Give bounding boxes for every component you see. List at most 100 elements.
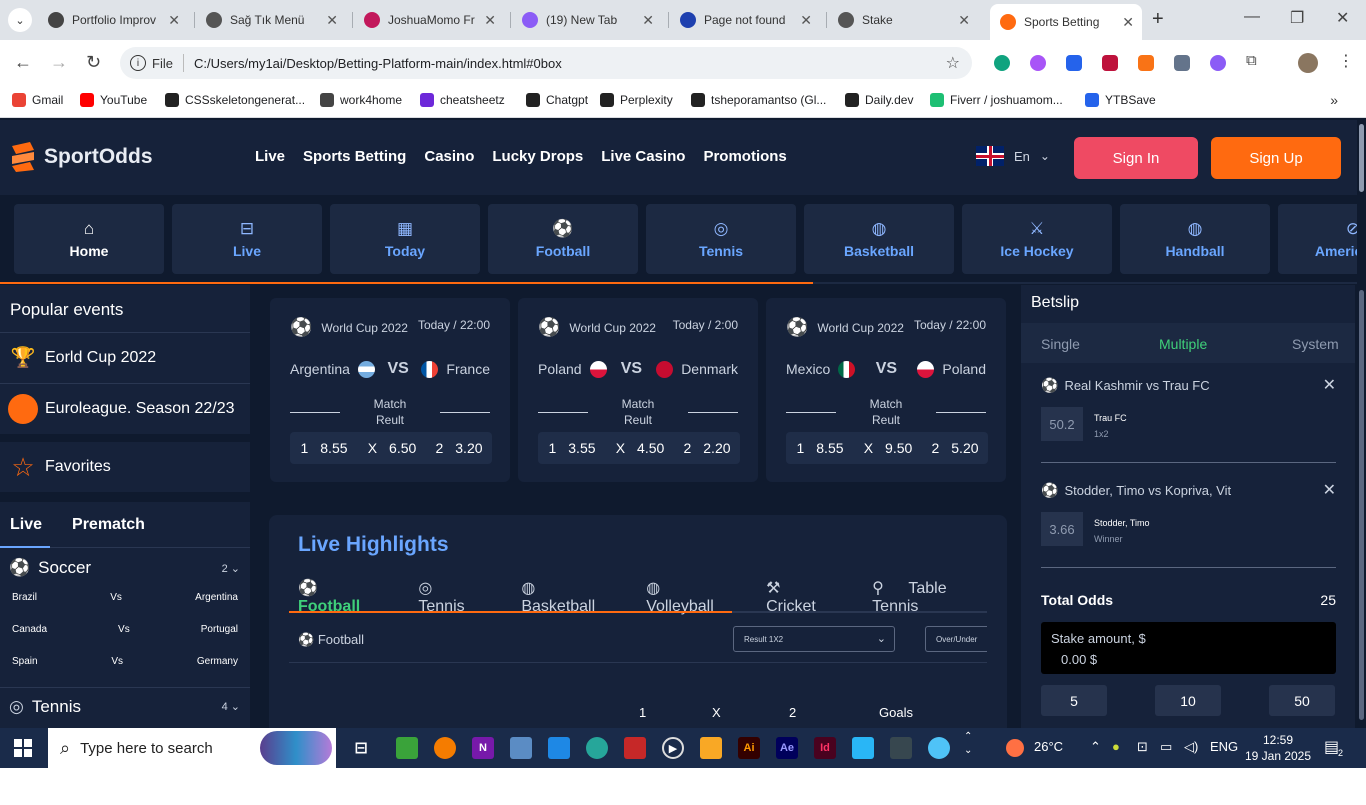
category-american-f[interactable]: ⊘American F [1278, 204, 1366, 274]
odd-button[interactable]: 2 2.20 [674, 432, 740, 464]
tab-close-icon[interactable]: ✕ [958, 12, 970, 29]
extension-icon[interactable] [1102, 55, 1118, 71]
nav-link[interactable]: Lucky Drops [492, 148, 583, 165]
extension-icon[interactable] [1174, 55, 1190, 71]
after-effects-icon[interactable]: Ae [776, 737, 798, 759]
category-today[interactable]: ▦ Today [330, 204, 480, 274]
category-basketball[interactable]: ◍ Basketball [804, 204, 954, 274]
event-world-cup[interactable]: 🏆 Eorld Cup 2022 [0, 332, 250, 382]
chatgpt-extension-icon[interactable] [994, 55, 1010, 71]
remove-bet-close-icon[interactable]: ✕ [1323, 480, 1336, 500]
site-logo[interactable]: SportOdds [8, 140, 153, 174]
remote-desktop-icon[interactable] [548, 737, 570, 759]
input-language[interactable]: ENG [1210, 739, 1238, 754]
battery-icon[interactable]: ▭ [1160, 739, 1172, 755]
app-icon[interactable] [396, 737, 418, 759]
app-icon[interactable] [852, 737, 874, 759]
bookmark-item[interactable]: cheatsheetz [420, 93, 505, 107]
bookmark-item[interactable]: Perplexity [600, 93, 673, 107]
minimize-icon[interactable]: — [1244, 8, 1260, 26]
market-select[interactable]: Result 1X2 ⌄ [733, 626, 895, 652]
bookmark-item[interactable]: Fiverr / joshuamom... [930, 93, 1063, 107]
site-info-icon[interactable]: i [130, 55, 146, 71]
new-tab-button[interactable]: + [1152, 8, 1164, 31]
bookmark-item[interactable]: YouTube [80, 93, 147, 107]
browser-tab[interactable]: Stake ✕ [828, 6, 978, 34]
winrar-icon[interactable] [624, 737, 646, 759]
sport-group-tennis[interactable]: ◎ Tennis 4 ⌄ [0, 687, 250, 725]
quick-stake-50[interactable]: 50 [1269, 685, 1335, 716]
match-card[interactable]: ⚽ World Cup 2022 Today / 2:00 Poland VS Denma… [518, 298, 758, 482]
bookmark-item[interactable]: Gmail [12, 93, 63, 107]
extension-icon[interactable] [1030, 55, 1046, 71]
blender-icon[interactable] [434, 737, 456, 759]
more-bookmarks-icon[interactable]: » [1330, 92, 1338, 108]
nav-link[interactable]: Live [255, 148, 285, 165]
browser-tab[interactable]: Sağ Tık Menü ✕ [196, 6, 346, 34]
betslip-scrollbar-thumb[interactable] [1359, 290, 1364, 720]
nav-link[interactable]: Promotions [703, 148, 786, 165]
bookmark-item[interactable]: Daily.dev [845, 93, 913, 107]
bookmark-item[interactable]: tsheporamantso (Gl... [691, 93, 826, 107]
odd-button[interactable]: 2 3.20 [426, 432, 492, 464]
bookmark-star-icon[interactable]: ☆ [946, 53, 960, 73]
page-scrollbar[interactable] [1357, 120, 1366, 728]
sport-group-soccer[interactable]: ⚽ Soccer 2 ⌄ [0, 554, 250, 582]
taskbar-clock[interactable]: 12:59 19 Jan 2025 [1243, 732, 1313, 764]
remove-bet-close-icon[interactable]: ✕ [1323, 375, 1336, 395]
onenote-icon[interactable]: N [472, 737, 494, 759]
tab-prematch[interactable]: Prematch [72, 516, 145, 534]
tab-single[interactable]: Single [1041, 336, 1080, 352]
quick-stake-5[interactable]: 5 [1041, 685, 1107, 716]
menu-kebab-icon[interactable]: ⋮ [1338, 51, 1354, 70]
sign-in-button[interactable]: Sign In [1074, 137, 1198, 179]
tray-app-icon[interactable]: ⊡ [1137, 739, 1148, 755]
notifications-icon[interactable]: ▤ [1324, 737, 1339, 757]
indesign-icon[interactable]: Id [814, 737, 836, 759]
extension-icon[interactable] [1066, 55, 1082, 71]
odd-button[interactable]: 2 5.20 [922, 432, 988, 464]
category-handball[interactable]: ◍ Handball [1120, 204, 1270, 274]
illustrator-icon[interactable]: Ai [738, 737, 760, 759]
category-tennis[interactable]: ◎ Tennis [646, 204, 796, 274]
language-selector[interactable]: En ⌄ [976, 146, 1050, 166]
paint-icon[interactable] [928, 737, 950, 759]
match-row[interactable]: Brazil Vs Argentina [12, 592, 238, 612]
weather-temperature[interactable]: 26°C [1034, 739, 1063, 754]
browser-tab[interactable]: Page not found ✕ [670, 6, 820, 34]
weather-icon[interactable] [1006, 739, 1024, 757]
tab-system[interactable]: System [1292, 336, 1339, 352]
stake-amount-field[interactable]: Stake amount, $ 0.00 $ [1041, 622, 1336, 674]
favorites-item[interactable]: ☆ Favorites [0, 442, 250, 492]
tab-search-icon[interactable]: ⌄ [8, 8, 32, 32]
match-card[interactable]: ⚽ World Cup 2022 Today / 22:00 Argentina VS F… [270, 298, 510, 482]
nav-link[interactable]: Sports Betting [303, 148, 406, 165]
bookmark-item[interactable]: Chatgpt [526, 93, 588, 107]
bookmark-item[interactable]: work4home [320, 93, 402, 107]
forward-icon[interactable]: → [50, 52, 68, 73]
odd-button[interactable]: X 9.50 [854, 432, 922, 464]
restore-icon[interactable]: ❐ [1290, 8, 1304, 28]
extension-icon[interactable] [1210, 55, 1226, 71]
market-select-2[interactable]: Over/Under [925, 626, 987, 652]
browser-tab[interactable]: (19) New Tab ✕ [512, 6, 662, 34]
show-hidden-icons[interactable]: ⌃ [1090, 739, 1101, 755]
app-icon[interactable] [510, 737, 532, 759]
tab-close-icon[interactable]: ✕ [1122, 14, 1134, 31]
match-row[interactable]: Canada Vs Portugal [12, 624, 238, 644]
url-text[interactable]: C:/Users/my1ai/Desktop/Betting-Platform-… [194, 56, 562, 71]
app-icon[interactable] [586, 737, 608, 759]
browser-tab[interactable]: Portfolio Improv ✕ [38, 6, 188, 34]
media-player-icon[interactable]: ▶ [662, 737, 684, 759]
taskbar-overflow-arrows[interactable]: ⌃ ⌄ [964, 730, 972, 758]
odd-button[interactable]: X 6.50 [358, 432, 426, 464]
event-euroleague[interactable]: Euroleague. Season 22/23 [0, 383, 250, 433]
quick-stake-10[interactable]: 10 [1155, 685, 1221, 716]
tab-close-icon[interactable]: ✕ [484, 12, 496, 29]
odd-button[interactable]: 1 3.55 [538, 432, 606, 464]
tray-app-icon[interactable]: ● [1112, 739, 1120, 754]
volume-icon[interactable]: ◁) [1184, 739, 1198, 755]
back-icon[interactable]: ← [14, 52, 32, 73]
category-ice-hockey[interactable]: ⚔ Ice Hockey [962, 204, 1112, 274]
app-icon[interactable] [890, 737, 912, 759]
